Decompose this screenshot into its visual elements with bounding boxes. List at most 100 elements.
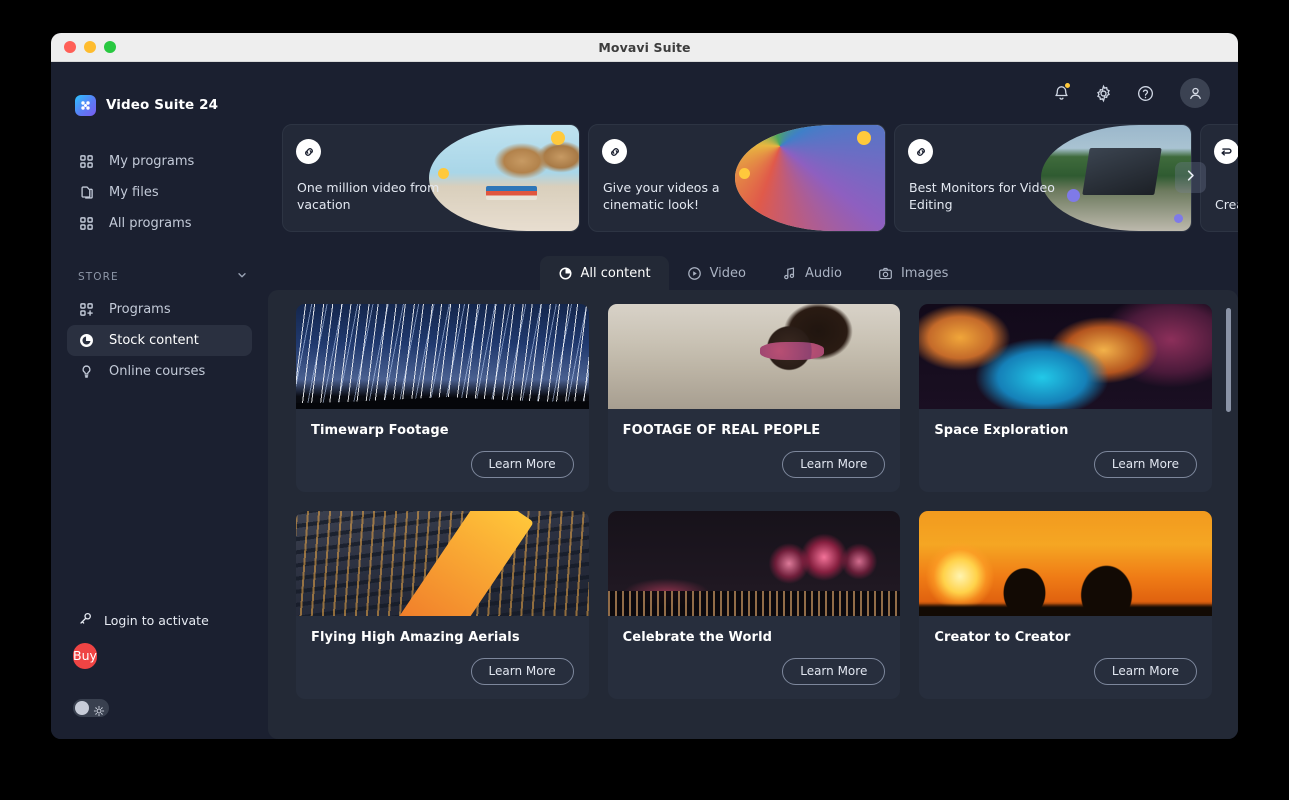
brand: Video Suite 24 [51,62,268,124]
card-actions: Learn More [623,451,886,478]
card-title: Flying High Amazing Aerials [311,630,520,645]
learn-more-button[interactable]: Learn More [1093,658,1197,685]
decor-dot [551,131,565,145]
banner-title: One million video from vacation [297,180,440,212]
sidebar-item-programs[interactable]: Programs [67,294,252,325]
sidebar-item-all-programs[interactable]: All programs [67,208,252,239]
tab-label: Video [709,265,746,281]
promo-banner-card[interactable]: Best Monitors for Video Editing [894,124,1192,232]
sidebar-item-my-files[interactable]: My files [67,177,252,208]
tab-label: Audio [805,265,842,281]
scrollbar-thumb[interactable] [1226,308,1231,412]
card-actions: Learn More [934,451,1197,478]
stock-card[interactable]: Space Exploration Learn More [919,304,1212,492]
card-thumbnail [607,304,901,409]
brand-title: Video Suite 24 [106,97,219,113]
promo-banner-carousel: One million video from vacation Give you… [282,124,1238,244]
bulb-icon [78,363,95,380]
app-body: Video Suite 24 My programs My files All … [51,62,1238,739]
bell-icon[interactable] [1048,80,1074,106]
link-icon[interactable] [296,139,321,164]
carousel-next-button[interactable] [1175,162,1206,193]
learn-more-button[interactable]: Learn More [1093,451,1197,478]
tab-video[interactable]: Video [669,256,764,290]
tab-all-content[interactable]: All content [539,256,669,290]
help-icon[interactable] [1132,80,1158,106]
stock-card-grid: Timewarp Footage Learn More FOOTAGE OF R… [296,304,1212,699]
camera-icon [878,266,893,281]
avatar[interactable] [1180,78,1210,108]
stock-card[interactable]: FOOTAGE OF REAL PEOPLE Learn More [607,304,901,492]
topbar [268,62,1238,124]
sidebar-store-nav: Programs Stock content Online courses [51,294,268,387]
sidebar-item-label: All programs [109,216,192,231]
card-actions: Learn More [311,451,574,478]
login-to-activate-button[interactable]: Login to activate [78,611,268,629]
card-thumbnail [296,511,589,616]
sun-icon [93,702,105,721]
sidebar-store-section-header[interactable]: STORE [78,269,248,284]
link-icon[interactable] [908,139,933,164]
card-body: Space Exploration Learn More [919,409,1212,492]
stock-card[interactable]: Timewarp Footage Learn More [296,304,589,492]
learn-more-button[interactable]: Learn More [470,451,574,478]
card-body: Timewarp Footage Learn More [296,409,589,492]
key-icon [78,611,93,629]
learn-more-button[interactable]: Learn More [782,451,886,478]
card-title: FOOTAGE OF REAL PEOPLE [622,423,821,438]
card-actions: Learn More [311,658,574,685]
sidebar-item-my-programs[interactable]: My programs [67,146,252,177]
chevron-down-icon[interactable] [236,269,248,284]
decor-dot [739,168,750,179]
window-title: Movavi Suite [598,39,691,55]
link-icon[interactable] [602,139,627,164]
stock-icon [558,266,573,281]
content-scrollbar[interactable] [1226,308,1231,729]
learn-more-button[interactable]: Learn More [782,658,886,685]
card-actions: Learn More [623,658,886,685]
buy-button[interactable]: Buy [73,643,97,669]
learn-more-button[interactable]: Learn More [470,658,574,685]
loop-icon[interactable] [1214,139,1238,164]
stock-card[interactable]: Creator to Creator Learn More [919,511,1212,699]
card-body: Flying High Amazing Aerials Learn More [296,616,589,699]
sidebar-section-label: STORE [78,270,119,283]
sidebar-item-label: Programs [109,302,171,317]
card-title: Creator to Creator [934,630,1071,645]
sidebar-item-label: My files [109,185,159,200]
music-note-icon [782,266,797,281]
sidebar-main-nav: My programs My files All programs [51,146,268,239]
sidebar-item-online-courses[interactable]: Online courses [67,356,252,387]
promo-banner-card[interactable]: Give your videos a cinematic look! [588,124,886,232]
theme-toggle[interactable] [73,699,109,717]
banner-title: Create Your Cartoons! [1215,197,1238,212]
main-area: One million video from vacation Give you… [268,62,1238,739]
chevron-right-icon [1183,168,1198,187]
card-body: Creator to Creator Learn More [919,616,1212,699]
stock-card[interactable]: Celebrate the World Learn More [607,511,901,699]
card-title: Celebrate the World [622,630,773,645]
content-scroll-area[interactable]: Timewarp Footage Learn More FOOTAGE OF R… [268,290,1238,739]
promo-banner-card[interactable]: One million video from vacation [282,124,580,232]
play-circle-icon [687,266,702,281]
grid-icon [78,153,95,170]
grid-icon [78,215,95,232]
sidebar: Video Suite 24 My programs My files All … [51,62,268,739]
card-body: FOOTAGE OF REAL PEOPLE Learn More [608,409,901,492]
sidebar-item-stock-content[interactable]: Stock content [67,325,252,356]
sidebar-item-label: My programs [109,154,195,169]
sidebar-item-label: Stock content [109,333,199,348]
tab-label: Images [900,265,949,281]
toggle-knob [75,701,89,715]
sidebar-item-label: Online courses [109,364,206,379]
stock-card[interactable]: Flying High Amazing Aerials Learn More [296,511,589,699]
card-title: Timewarp Footage [311,423,449,438]
gear-icon[interactable] [1090,80,1116,106]
banner-image [1041,125,1191,231]
window-titlebar: Movavi Suite [51,33,1238,62]
tab-audio[interactable]: Audio [764,256,860,290]
banner-title: Best Monitors for Video Editing [909,180,1055,212]
card-thumbnail [919,304,1212,409]
decor-dot [857,131,871,145]
tab-images[interactable]: Images [860,256,967,290]
